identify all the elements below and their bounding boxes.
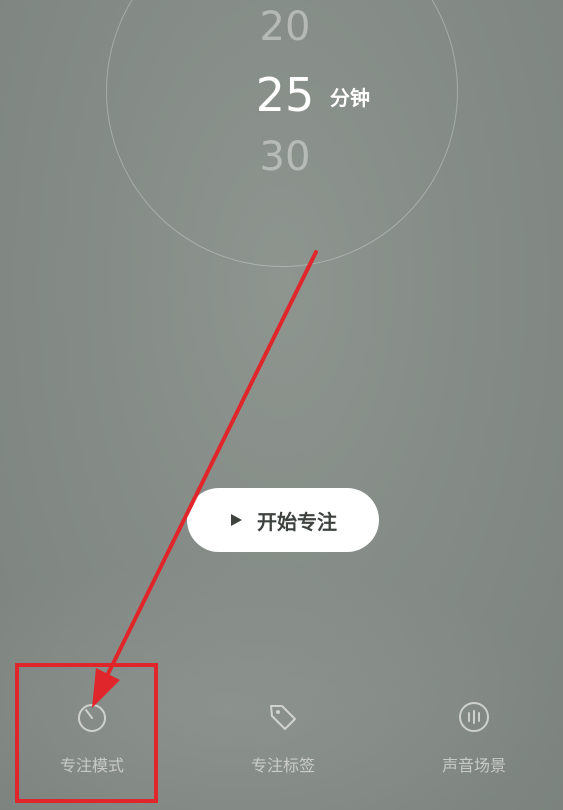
tab-focus-tag[interactable]: 专注标签 xyxy=(223,700,343,776)
annotation-highlight-box xyxy=(15,663,158,803)
sound-icon xyxy=(459,702,489,732)
tag-icon xyxy=(270,705,296,730)
start-focus-label: 开始专注 xyxy=(257,509,337,534)
timer-current-value[interactable]: 25 xyxy=(230,68,340,122)
tab-focus-tag-label: 专注标签 xyxy=(250,756,315,775)
timer-next-value[interactable]: 30 xyxy=(230,134,340,180)
tab-sound-scene-label: 声音场景 xyxy=(441,756,506,775)
timer-unit-label: 分钟 xyxy=(330,86,370,110)
timer-prev-value[interactable]: 20 xyxy=(230,4,340,50)
play-icon xyxy=(231,514,242,526)
start-focus-button[interactable]: 开始专注 xyxy=(187,488,379,552)
tab-sound-scene[interactable]: 声音场景 xyxy=(414,700,534,776)
